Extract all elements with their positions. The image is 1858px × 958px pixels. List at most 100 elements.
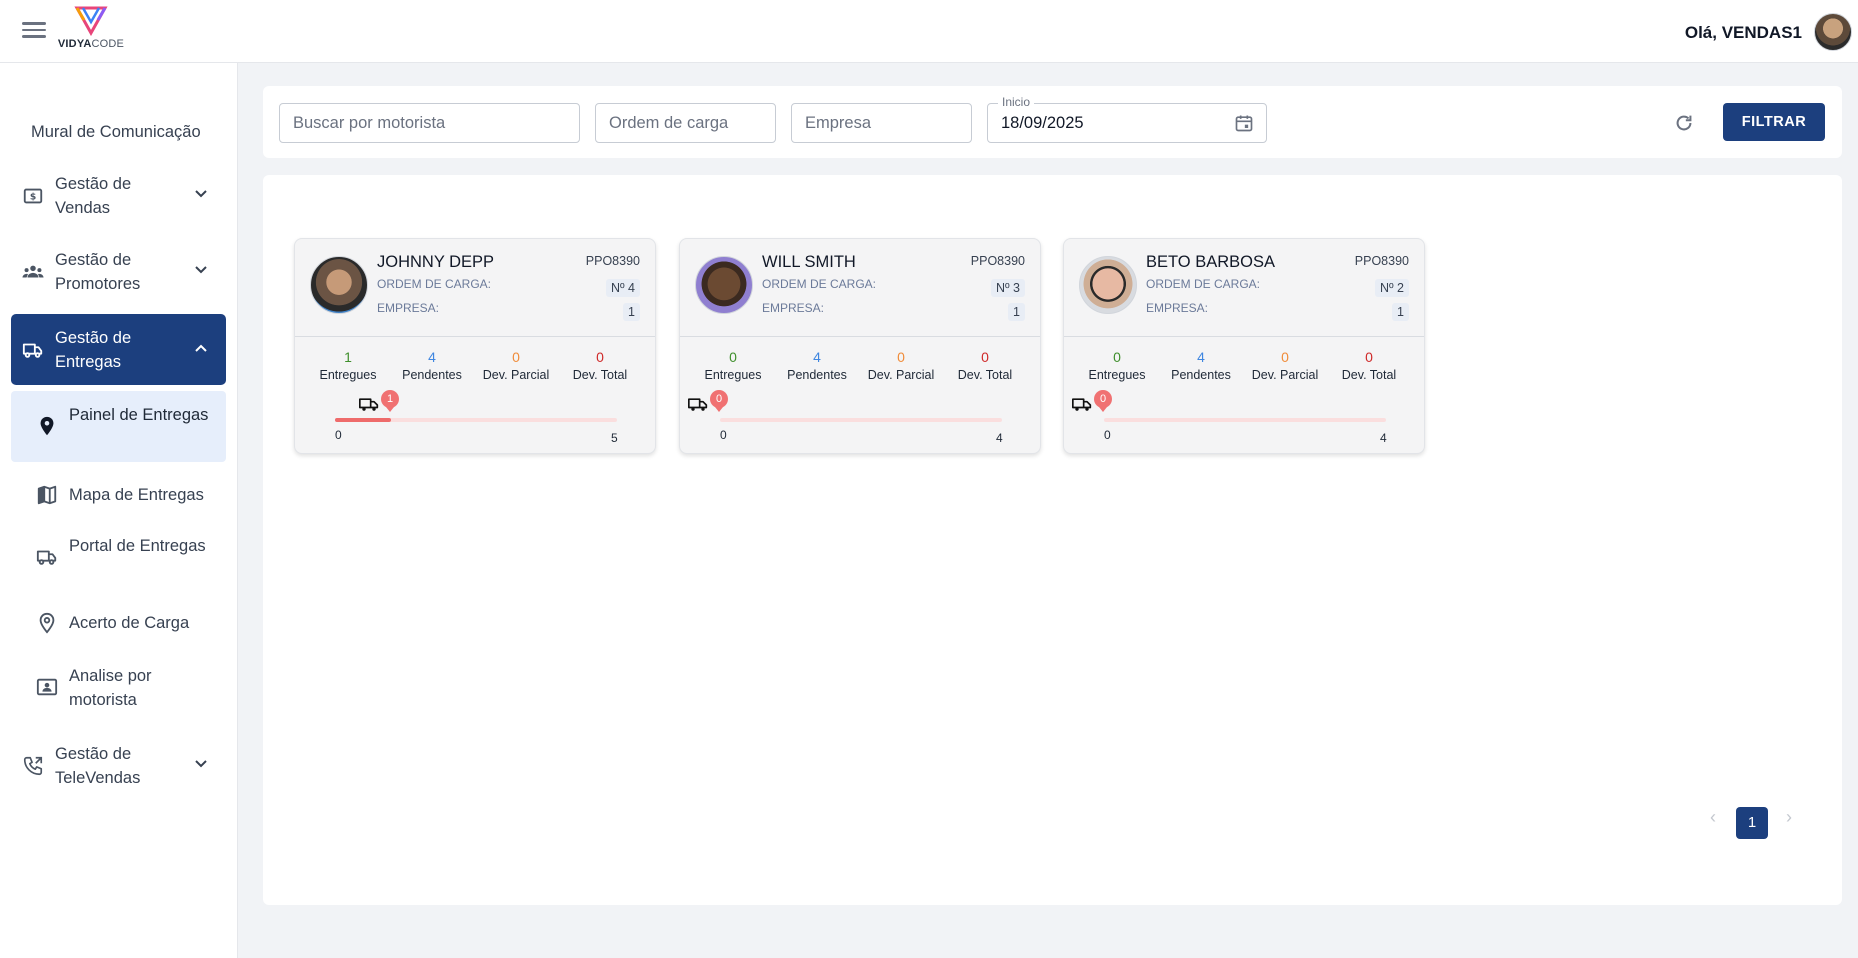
company-value: 1 bbox=[1008, 303, 1025, 321]
order-label: ORDEM DE CARGA: bbox=[762, 277, 877, 291]
vehicle-plate: PPO8390 bbox=[1354, 254, 1409, 268]
main-panel: JOHNNY DEPP PPO8390 ORDEM DE CARGA: Nº 4… bbox=[263, 175, 1842, 905]
stat-label: Pendentes bbox=[787, 368, 847, 382]
sidebar-group-label: Gestão de Vendas bbox=[55, 175, 132, 217]
stat-value: 0 bbox=[1281, 349, 1289, 365]
order-field bbox=[595, 103, 776, 143]
company-field bbox=[791, 103, 972, 143]
progress-badge: 1 bbox=[381, 390, 399, 408]
badge-pointer bbox=[1099, 407, 1107, 412]
pagination-next[interactable]: › bbox=[1779, 808, 1799, 828]
stat-label: Entregues bbox=[319, 368, 377, 382]
sidebar-item-painel-entregas[interactable]: Painel de Entregas bbox=[11, 391, 226, 462]
refresh-icon[interactable] bbox=[1673, 112, 1695, 134]
pagination-prev[interactable]: ‹ bbox=[1703, 808, 1723, 828]
filter-bar: Inicio FILTRAR bbox=[263, 86, 1842, 158]
driver-name: BETO BARBOSA bbox=[1146, 253, 1275, 271]
card-divider bbox=[295, 336, 655, 337]
range-min: 0 bbox=[335, 428, 342, 442]
sidebar-group-promotores[interactable]: Gestão de Promotores bbox=[11, 236, 226, 307]
user-avatar[interactable] bbox=[1814, 13, 1852, 51]
driver-name: WILL SMITH bbox=[762, 253, 856, 271]
badge-pointer bbox=[715, 407, 723, 412]
driver-card[interactable]: BETO BARBOSA PPO8390 ORDEM DE CARGA: Nº … bbox=[1063, 238, 1425, 454]
svg-text:$: $ bbox=[30, 192, 36, 203]
company-label: EMPRESA: bbox=[1146, 301, 1209, 315]
driver-name: JOHNNY DEPP bbox=[377, 253, 495, 271]
location-outline-icon bbox=[39, 612, 55, 634]
sidebar-group-televendas[interactable]: Gestão de TeleVendas bbox=[11, 730, 226, 801]
phone-forward-icon bbox=[23, 756, 43, 776]
stat-pending: 4 Pendentes bbox=[1159, 348, 1243, 382]
stat-value: 4 bbox=[428, 349, 436, 365]
vehicle-plate: PPO8390 bbox=[585, 254, 640, 268]
range-min: 0 bbox=[1104, 428, 1111, 442]
stat-value: 0 bbox=[729, 349, 737, 365]
driver-search-input[interactable] bbox=[280, 104, 579, 142]
card-divider bbox=[680, 336, 1040, 337]
sidebar-item-acerto-carga[interactable]: Acerto de Carga bbox=[11, 598, 226, 648]
driver-card[interactable]: JOHNNY DEPP PPO8390 ORDEM DE CARGA: Nº 4… bbox=[294, 238, 656, 454]
start-date-input[interactable] bbox=[988, 104, 1266, 142]
stat-partial: 0 Dev. Parcial bbox=[1243, 348, 1327, 382]
card-divider bbox=[1064, 336, 1424, 337]
sidebar-group-label: Gestão de Promotores bbox=[55, 251, 141, 293]
location-pin-icon bbox=[40, 416, 54, 436]
stat-value: 0 bbox=[1113, 349, 1121, 365]
progress-fill bbox=[335, 418, 392, 422]
sidebar-item-label: Portal de Entregas bbox=[69, 537, 206, 555]
sidebar-item-label: Mapa de Entregas bbox=[69, 486, 204, 504]
sidebar-item-portal-entregas[interactable]: Portal de Entregas bbox=[11, 522, 226, 593]
top-bar: VIDYACODE Olá, VENDAS1 bbox=[0, 0, 1858, 63]
truck-icon bbox=[359, 398, 379, 411]
driver-card[interactable]: WILL SMITH PPO8390 ORDEM DE CARGA: Nº 3 … bbox=[679, 238, 1041, 454]
hamburger-menu-icon[interactable] bbox=[20, 18, 48, 44]
stat-pending: 4 Pendentes bbox=[390, 348, 474, 382]
company-label: EMPRESA: bbox=[762, 301, 825, 315]
sidebar-item-mural[interactable]: Mural de Comunicação bbox=[31, 123, 201, 142]
chevron-down-icon bbox=[195, 266, 207, 274]
order-input[interactable] bbox=[596, 104, 775, 142]
user-greeting: Olá, VENDAS1 bbox=[1684, 23, 1802, 42]
pagination-page-1[interactable]: 1 bbox=[1736, 807, 1768, 839]
range-min: 0 bbox=[720, 428, 727, 442]
order-number: Nº 2 bbox=[1374, 279, 1409, 297]
company-label: EMPRESA: bbox=[377, 301, 440, 315]
range-max: 4 bbox=[996, 431, 1003, 445]
stat-delivered: 1 Entregues bbox=[306, 348, 390, 382]
driver-search-field bbox=[279, 103, 580, 143]
start-date-field: Inicio bbox=[987, 95, 1267, 143]
start-date-label: Inicio bbox=[998, 95, 1035, 109]
chevron-up-icon bbox=[195, 344, 207, 352]
stat-value: 0 bbox=[596, 349, 604, 365]
sidebar-group-vendas[interactable]: $ Gestão de Vendas bbox=[11, 160, 226, 231]
company-input[interactable] bbox=[792, 104, 971, 142]
sidebar-group-label: Gestão de TeleVendas bbox=[55, 745, 141, 787]
sidebar-group-entregas[interactable]: Gestão de Entregas bbox=[11, 314, 226, 385]
truck-icon bbox=[22, 343, 43, 358]
range-max: 5 bbox=[611, 431, 618, 445]
sidebar-item-mapa-entregas[interactable]: Mapa de Entregas bbox=[11, 470, 226, 520]
sidebar-item-analise-motorista[interactable]: Analise por motorista bbox=[11, 652, 226, 723]
person-card-icon bbox=[36, 678, 58, 696]
vidyacode-logo[interactable]: VIDYACODE bbox=[56, 6, 126, 58]
truck-icon bbox=[688, 398, 708, 411]
group-icon bbox=[22, 265, 44, 278]
stat-value: 0 bbox=[981, 349, 989, 365]
calendar-icon[interactable] bbox=[1234, 113, 1254, 133]
progress-badge: 0 bbox=[710, 390, 728, 408]
filter-button[interactable]: FILTRAR bbox=[1723, 103, 1825, 141]
stat-label: Dev. Total bbox=[572, 368, 628, 382]
chevron-down-icon bbox=[195, 190, 207, 198]
order-label: ORDEM DE CARGA: bbox=[1146, 277, 1261, 291]
progress-badge: 0 bbox=[1094, 390, 1112, 408]
sidebar-group-label: Gestão de Entregas bbox=[55, 329, 132, 371]
truck-icon bbox=[36, 550, 57, 565]
stat-label: Pendentes bbox=[1171, 368, 1231, 382]
stat-label: Dev. Parcial bbox=[482, 368, 550, 382]
chevron-down-icon bbox=[195, 760, 207, 768]
stat-delivered: 0 Entregues bbox=[1075, 348, 1159, 382]
badge-pointer bbox=[386, 407, 394, 412]
driver-avatar bbox=[310, 256, 368, 314]
stat-value: 1 bbox=[344, 349, 352, 365]
